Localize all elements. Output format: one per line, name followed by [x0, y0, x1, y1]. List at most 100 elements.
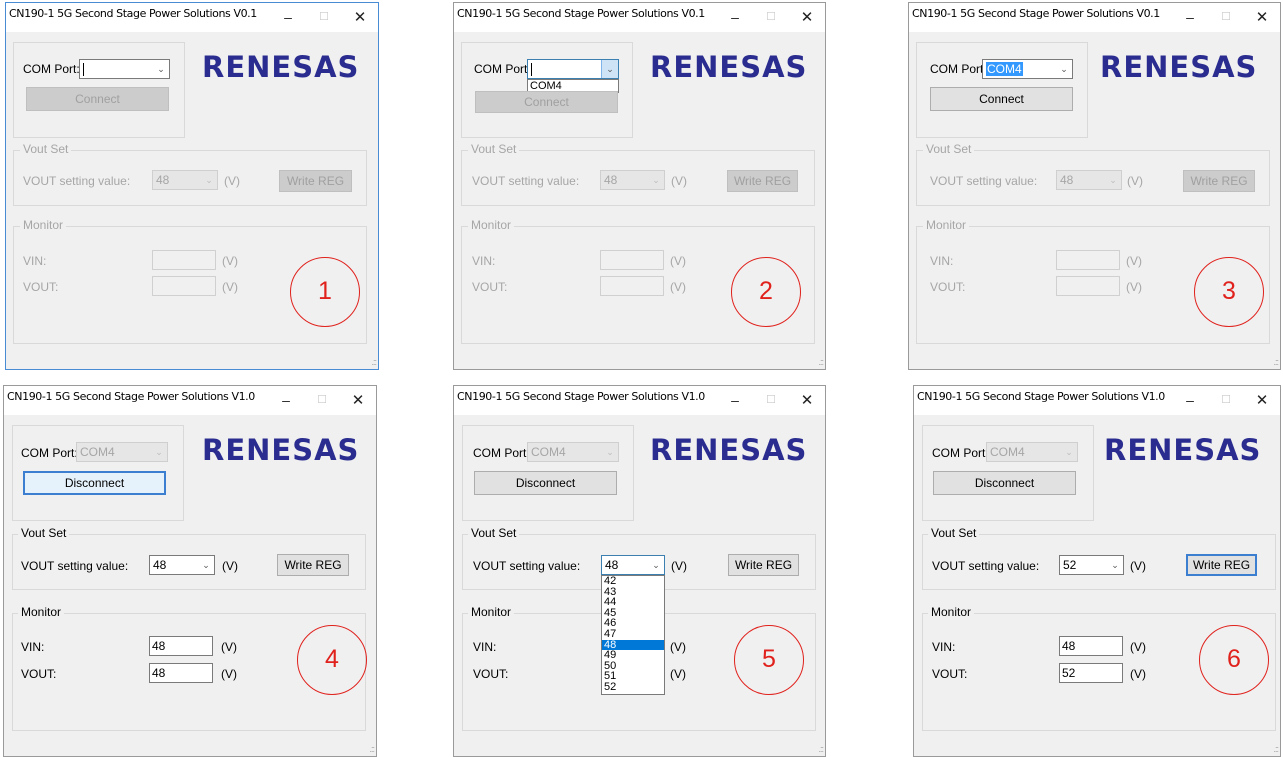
vout-option[interactable]: 42: [602, 576, 664, 587]
window-title: CN190-1 5G Second Stage Power Solutions …: [457, 390, 705, 403]
step-number-badge: 3: [1194, 257, 1264, 327]
vout-set-group-label: Vout Set: [468, 526, 520, 540]
maximize-button[interactable]: ☐: [1208, 3, 1244, 32]
disconnect-button[interactable]: Disconnect: [474, 471, 617, 495]
vout-setting-select[interactable]: 48 ⌄: [1056, 170, 1122, 190]
chevron-down-icon: ⌄: [652, 560, 660, 570]
vin-field: [1056, 250, 1120, 270]
write-reg-button[interactable]: Write REG: [1183, 170, 1255, 192]
com-port-label: COM Port:: [474, 62, 531, 76]
monitor-group-label: Monitor: [18, 605, 65, 619]
title-bar: CN190-1 5G Second Stage Power Solutions …: [4, 386, 376, 415]
minimize-button[interactable]: –: [1172, 386, 1208, 415]
close-button[interactable]: ✕: [789, 3, 825, 32]
renesas-logo: RENESAS: [650, 50, 808, 84]
vout-setting-select[interactable]: 48 ⌄: [149, 555, 215, 575]
vout-setting-label: VOUT setting value:: [23, 174, 131, 188]
vout-set-group-label: Vout Set: [468, 142, 520, 156]
vout-setting-value: 52: [1063, 558, 1077, 572]
chevron-down-icon: ⌄: [202, 560, 210, 570]
minimize-button[interactable]: –: [717, 3, 753, 32]
vin-unit: (V): [670, 254, 686, 268]
title-bar: CN190-1 5G Second Stage Power Solutions …: [6, 3, 378, 32]
vout-field: 48: [149, 663, 213, 683]
minimize-button[interactable]: –: [1172, 3, 1208, 32]
resize-grip[interactable]: .::: [818, 744, 823, 754]
write-reg-button[interactable]: Write REG: [1186, 554, 1257, 576]
monitor-group-label: Monitor: [928, 605, 975, 619]
monitor-group-label: Monitor: [468, 218, 515, 232]
com-port-select[interactable]: ⌄: [527, 59, 619, 79]
vout-unit: (V): [222, 280, 238, 294]
resize-grip[interactable]: .::: [818, 357, 823, 367]
maximize-button[interactable]: ☐: [753, 3, 789, 32]
renesas-logo: RENESAS: [202, 433, 360, 467]
vout-unit: (V): [670, 280, 686, 294]
com-port-selected-value: COM4: [986, 62, 1023, 76]
close-button[interactable]: ✕: [1244, 3, 1280, 32]
com-port-select[interactable]: COM4 ⌄: [527, 442, 619, 462]
com-port-label: COM Port:: [473, 446, 530, 460]
vin-label: VIN:: [932, 640, 956, 654]
vout-label: VOUT:: [21, 667, 57, 681]
close-button[interactable]: ✕: [1244, 386, 1280, 415]
com-port-select[interactable]: COM4 ⌄: [982, 59, 1073, 79]
com-port-select[interactable]: COM4 ⌄: [76, 442, 168, 462]
maximize-button[interactable]: ☐: [753, 386, 789, 415]
com-port-select[interactable]: ⌄: [79, 59, 170, 79]
vout-set-group-label: Vout Set: [18, 526, 70, 540]
vout-unit: (V): [1130, 667, 1146, 681]
vout-option[interactable]: 47: [602, 629, 664, 640]
write-reg-button[interactable]: Write REG: [279, 170, 352, 192]
vout-dropdown-list: 42 43 44 45 46 47 48 49 50 51 52: [601, 575, 665, 695]
write-reg-button[interactable]: Write REG: [727, 170, 798, 192]
vout-setting-value: 48: [153, 558, 167, 572]
vin-field: [600, 250, 664, 270]
vout-set-group-label: Vout Set: [923, 142, 975, 156]
connect-button[interactable]: Connect: [475, 91, 618, 113]
close-button[interactable]: ✕: [789, 386, 825, 415]
resize-grip[interactable]: .::: [371, 357, 376, 367]
vout-setting-label: VOUT setting value:: [473, 559, 581, 573]
connect-button[interactable]: Connect: [26, 87, 169, 111]
maximize-button[interactable]: ☐: [1208, 386, 1244, 415]
vin-label: VIN:: [930, 254, 954, 268]
chevron-down-icon: ⌄: [1111, 560, 1119, 570]
chevron-down-icon: ⌄: [1060, 64, 1068, 74]
vin-unit: (V): [1126, 254, 1142, 268]
resize-grip[interactable]: .::: [1273, 357, 1278, 367]
vout-setting-select[interactable]: 48 ⌄: [600, 170, 665, 190]
title-bar: CN190-1 5G Second Stage Power Solutions …: [914, 386, 1280, 415]
app-window-step-4: CN190-1 5G Second Stage Power Solutions …: [3, 385, 377, 757]
text-cursor: [83, 63, 84, 77]
minimize-button[interactable]: –: [268, 386, 304, 415]
resize-grip[interactable]: .::: [1273, 744, 1278, 754]
resize-grip[interactable]: .::: [369, 744, 374, 754]
renesas-logo: RENESAS: [650, 433, 808, 467]
close-button[interactable]: ✕: [342, 3, 378, 32]
disconnect-button[interactable]: Disconnect: [933, 471, 1076, 495]
window-title: CN190-1 5G Second Stage Power Solutions …: [457, 7, 705, 20]
minimize-button[interactable]: –: [717, 386, 753, 415]
vout-option[interactable]: 52: [602, 682, 664, 693]
connect-button[interactable]: Connect: [930, 87, 1073, 111]
vout-setting-select[interactable]: 52 ⌄: [1059, 555, 1124, 575]
renesas-logo: RENESAS: [1104, 433, 1262, 467]
com-port-select[interactable]: COM4 ⌄: [986, 442, 1078, 462]
minimize-button[interactable]: –: [270, 3, 306, 32]
write-reg-button[interactable]: Write REG: [728, 554, 799, 576]
app-window-step-6: CN190-1 5G Second Stage Power Solutions …: [913, 385, 1281, 757]
disconnect-button[interactable]: Disconnect: [23, 471, 166, 495]
com-port-label: COM Port:: [21, 446, 78, 460]
vout-setting-unit: (V): [224, 174, 240, 188]
vout-setting-select[interactable]: 48 ⌄: [601, 555, 665, 575]
vout-setting-select[interactable]: 48 ⌄: [152, 170, 218, 190]
monitor-group-label: Monitor: [20, 218, 67, 232]
close-button[interactable]: ✕: [340, 386, 376, 415]
vout-unit: (V): [670, 667, 686, 681]
window-title: CN190-1 5G Second Stage Power Solutions …: [917, 390, 1165, 403]
maximize-button[interactable]: ☐: [306, 3, 342, 32]
write-reg-button[interactable]: Write REG: [277, 554, 349, 576]
vout-unit: (V): [221, 667, 237, 681]
maximize-button[interactable]: ☐: [304, 386, 340, 415]
